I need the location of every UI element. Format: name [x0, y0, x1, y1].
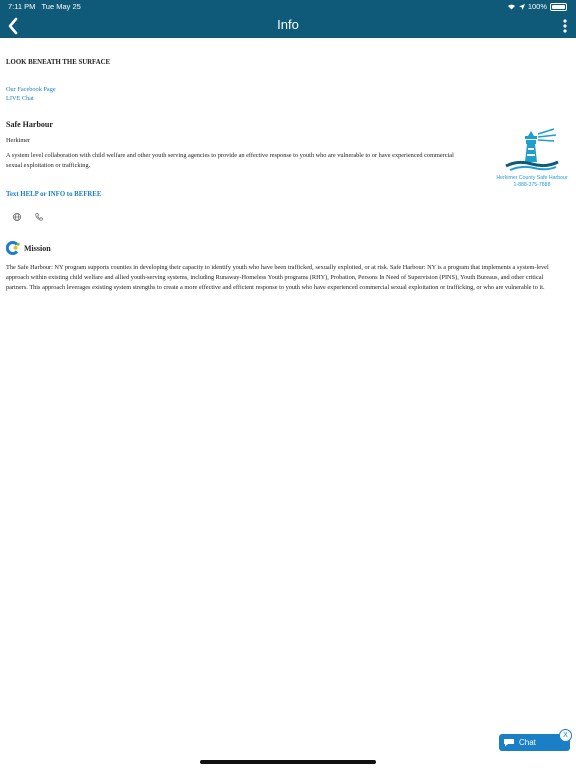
navigation-bar: Info [0, 14, 576, 38]
facebook-link[interactable]: Our Facebook Page [6, 85, 56, 94]
organization-description: A system level collaboration with child … [6, 152, 454, 169]
mission-logo-icon [6, 241, 20, 255]
chat-bubble-icon [504, 739, 514, 747]
status-bar: 7:11 PM Tue May 25 100% [0, 0, 576, 14]
text-help-link[interactable]: Text HELP or INFO to BEFREE [6, 190, 101, 199]
home-indicator[interactable] [200, 760, 376, 764]
globe-icon[interactable] [12, 212, 22, 222]
chat-label: Chat [519, 738, 536, 747]
location-icon [518, 3, 525, 10]
logo-line-1: Herkimer County Safe Harbour [496, 175, 567, 181]
logo-line-2: 1-888-375-7888 [514, 182, 551, 188]
page-title: Info [277, 17, 299, 32]
chat-close-button[interactable]: X [559, 729, 572, 742]
wifi-icon [507, 4, 515, 10]
status-indicators: 100% [507, 2, 567, 11]
mission-text: The Safe Harbour: NY program supports co… [6, 264, 549, 291]
headline: LOOK BENEATH THE SURFACE [6, 59, 111, 66]
more-options-button[interactable] [562, 18, 568, 34]
app-header: 7:11 PM Tue May 25 100% Info [0, 0, 576, 38]
battery-icon [550, 2, 567, 11]
live-chat-link[interactable]: LIVE Chat [6, 94, 34, 103]
status-time-date: 7:11 PM Tue May 25 [8, 2, 81, 11]
safe-harbour-logo: Herkimer County Safe Harbour 1-888-375-7… [492, 126, 572, 190]
organization-name: Safe Harbour [6, 120, 53, 129]
county-name: Herkimer [6, 137, 31, 144]
mission-header: Mission [6, 241, 51, 255]
more-vertical-icon [563, 19, 567, 33]
phone-icon[interactable] [34, 212, 44, 222]
mission-title: Mission [24, 243, 51, 253]
contact-icons [12, 212, 44, 222]
battery-percent: 100% [527, 2, 547, 11]
